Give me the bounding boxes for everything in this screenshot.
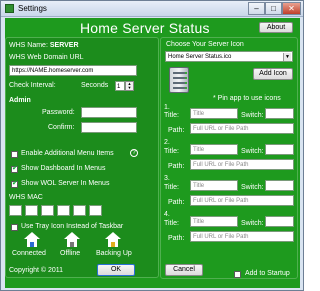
settings-window: Settings – □ ✕ Home Server Status About …: [0, 0, 304, 291]
backing-up-label: Backing Up: [96, 250, 132, 257]
item-3-title-label: Title:: [164, 184, 179, 191]
app-icon: [5, 4, 14, 13]
item-2-path-label: Path:: [168, 163, 185, 170]
show-dashboard-checkbox[interactable]: [11, 164, 18, 173]
item-2-switch-field[interactable]: [265, 144, 294, 155]
choose-icon-label: Choose Your Server Icon: [166, 41, 244, 48]
server-preview-icon: [169, 67, 189, 93]
whs-name-label: WHS Name: SERVER: [9, 42, 79, 49]
check-interval-label: Check Interval:: [9, 82, 56, 89]
item-3-title-field[interactable]: Title: [190, 180, 238, 191]
left-panel: WHS Name: SERVER WHS Web Domain URL http…: [5, 37, 159, 278]
offline-home-icon: [64, 232, 80, 248]
enable-menu-checkbox[interactable]: [11, 151, 18, 158]
connected-label: Connected: [12, 250, 46, 257]
maximize-button[interactable]: □: [265, 2, 282, 15]
backing-up-home-icon: [105, 232, 121, 248]
password-field[interactable]: [81, 107, 137, 118]
enable-menu-label: Enable Additional Menu Items: [21, 150, 114, 157]
cancel-button[interactable]: Cancel: [165, 264, 203, 276]
title-bar: Settings – □ ✕: [1, 1, 303, 17]
seconds-label: Seconds: [81, 82, 109, 89]
confirm-label: Confirm:: [48, 124, 75, 131]
app-header-title: Home Server Status: [80, 20, 210, 36]
server-icon-select-value: Home Server Status.ico: [168, 54, 232, 60]
item-3-path-field[interactable]: Full URL or File Path: [190, 195, 294, 206]
mac-field-6[interactable]: [89, 205, 102, 216]
item-4-title-label: Title:: [164, 220, 179, 227]
add-icon-button[interactable]: Add Icon: [253, 68, 293, 80]
connected-home-icon: [24, 232, 40, 248]
client-area: Home Server Status About WHS Name: SERVE…: [5, 18, 300, 288]
mac-field-2[interactable]: [25, 205, 38, 216]
item-2-title-label: Title:: [164, 148, 179, 155]
item-2-path-field[interactable]: Full URL or File Path: [190, 159, 294, 170]
use-tray-checkbox[interactable]: [11, 224, 18, 231]
add-to-startup-label: Add to Startup: [245, 270, 290, 277]
item-4-path-label: Path:: [168, 235, 185, 242]
offline-label: Offline: [60, 250, 81, 257]
show-wol-checkbox[interactable]: [11, 179, 18, 188]
ok-button[interactable]: OK: [97, 264, 135, 276]
item-4-number: 4.: [164, 211, 170, 218]
item-2-number: 2.: [164, 139, 170, 146]
item-1-switch-label: Switch:: [241, 112, 264, 119]
domain-url-field[interactable]: https://NAME.homeserver.com: [9, 65, 137, 76]
seconds-field[interactable]: 1: [115, 81, 125, 91]
use-tray-label: Use Tray Icon Instead of Taskbar: [21, 223, 124, 230]
item-4-path-field[interactable]: Full URL or File Path: [190, 231, 294, 242]
item-3-path-label: Path:: [168, 199, 185, 206]
item-1-number: 1.: [164, 104, 170, 111]
right-panel: Choose Your Server Icon Home Server Stat…: [160, 37, 298, 279]
domain-label: WHS Web Domain URL: [9, 54, 84, 61]
show-wol-label: Show WOL Server In Menus: [21, 180, 110, 187]
pin-hint: * Pin app to use icons: [213, 95, 281, 102]
confirm-password-field[interactable]: [81, 122, 137, 133]
item-3-switch-label: Switch:: [241, 184, 264, 191]
mac-field-4[interactable]: [57, 205, 70, 216]
item-4-switch-field[interactable]: [265, 216, 294, 227]
add-to-startup-checkbox[interactable]: [234, 271, 241, 278]
item-2-title-field[interactable]: Title: [190, 144, 238, 155]
mac-field-5[interactable]: [73, 205, 86, 216]
admin-heading: Admin: [9, 97, 31, 104]
seconds-stepper[interactable]: ▲ ▼: [125, 81, 134, 91]
item-3-switch-field[interactable]: [265, 180, 294, 191]
help-icon[interactable]: ?: [130, 149, 138, 157]
item-2-switch-label: Switch:: [241, 148, 264, 155]
item-1-path-field[interactable]: Full URL or File Path: [190, 123, 294, 134]
item-3-number: 3.: [164, 175, 170, 182]
server-icon-select[interactable]: Home Server Status.ico ▼: [165, 51, 293, 62]
window-title: Settings: [18, 4, 47, 13]
item-1-path-label: Path:: [168, 127, 185, 134]
whs-name-value: SERVER: [49, 42, 79, 49]
item-1-title-label: Title:: [164, 112, 179, 119]
item-4-title-field[interactable]: Title: [190, 216, 238, 227]
whs-mac-label: WHS MAC: [9, 194, 43, 201]
close-button[interactable]: ✕: [282, 2, 301, 15]
item-1-switch-field[interactable]: [265, 108, 294, 119]
copyright-text: Copyright © 2011: [9, 267, 64, 274]
item-4-switch-label: Switch:: [241, 220, 264, 227]
minimize-button[interactable]: –: [248, 2, 265, 15]
password-label: Password:: [42, 109, 75, 116]
chevron-down-icon[interactable]: ▼: [283, 53, 291, 61]
show-dashboard-label: Show Dashboard In Menus: [21, 165, 106, 172]
item-1-title-field[interactable]: Title: [190, 108, 238, 119]
mac-field-3[interactable]: [41, 205, 54, 216]
mac-field-1[interactable]: [9, 205, 22, 216]
about-button[interactable]: About: [259, 22, 293, 33]
